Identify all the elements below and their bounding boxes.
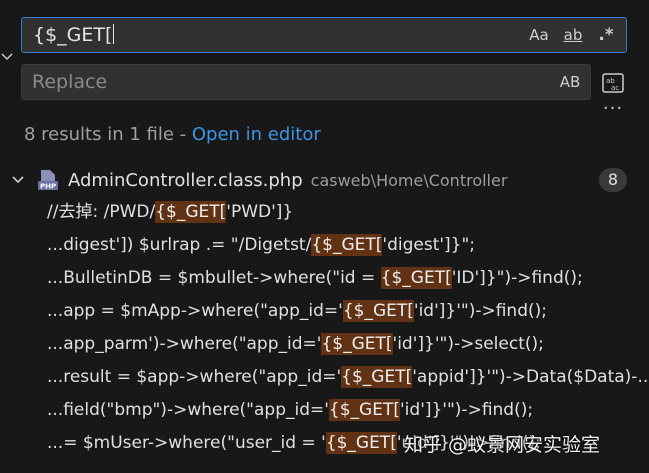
watermark: 知乎 @蚁景网安实验室 (404, 434, 601, 456)
more-actions-icon[interactable]: ··· (600, 100, 626, 120)
open-in-editor-link[interactable]: Open in editor (192, 124, 321, 145)
file-path: casweb\Home\Controller (310, 170, 508, 190)
match-line[interactable]: ...result = $app->where("app_id='{$_GET[… (0, 361, 649, 394)
results-count-text: 8 results in 1 file - (24, 124, 192, 145)
search-field[interactable]: {$_GET[ Aa ab .* (21, 17, 627, 53)
replace-input[interactable] (22, 70, 556, 94)
match-line[interactable]: ...digest']) $urlrap .= "/Digetst/{$_GET… (0, 229, 649, 262)
php-file-icon: PHP (38, 170, 58, 191)
file-result-header[interactable]: PHP AdminController.class.php casweb\Hom… (0, 165, 649, 195)
match-whole-word-button[interactable]: ab (558, 23, 588, 47)
replace-all-icon[interactable]: ab ac (600, 70, 626, 96)
search-input[interactable]: {$_GET[ (22, 24, 526, 46)
preserve-case-button[interactable]: AB (556, 70, 584, 94)
match-line[interactable]: ...app_parm')->where("app_id='{$_GET['id… (0, 328, 649, 361)
chevron-down-icon[interactable] (10, 172, 26, 188)
svg-text:PHP: PHP (40, 183, 56, 191)
file-name: AdminController.class.php (68, 169, 303, 191)
results-summary: 8 results in 1 file - Open in editor (24, 124, 321, 145)
match-case-button[interactable]: Aa (526, 23, 552, 47)
text-caret (113, 24, 115, 44)
match-line[interactable]: ...app = $mApp->where("app_id='{$_GET['i… (0, 295, 649, 328)
replace-field[interactable]: AB (21, 64, 591, 100)
match-line[interactable]: //去掉: /PWD/{$_GET['PWD']} (0, 196, 649, 229)
match-list: //去掉: /PWD/{$_GET['PWD']} ...digest']) $… (0, 196, 649, 460)
match-line[interactable]: ...field("bmp")->where("app_id='{$_GET['… (0, 394, 649, 427)
toggle-replace-chevron-icon[interactable] (0, 50, 14, 64)
regex-button[interactable]: .* (594, 23, 618, 47)
svg-text:ac: ac (611, 84, 619, 92)
match-line[interactable]: ...BulletinDB = $mbullet->where("id = {$… (0, 262, 649, 295)
match-count-badge: 8 (599, 168, 627, 192)
